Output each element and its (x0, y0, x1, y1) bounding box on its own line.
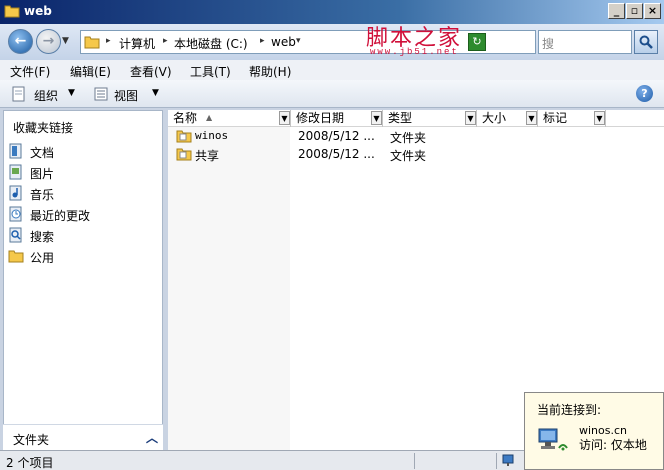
back-button[interactable]: ← (8, 29, 33, 54)
table-row[interactable]: winos 2008/5/12 ... 文件夹 (168, 127, 664, 145)
address-dropdown[interactable]: ▾ (296, 36, 301, 46)
organize-label: 组织 (34, 89, 59, 103)
sidebar-item-public[interactable]: 公用 (8, 246, 158, 266)
file-type: 文件夹 (390, 131, 427, 145)
recent-pages-dropdown[interactable]: ▼ (62, 36, 69, 46)
column-name-label: 名称 (173, 111, 198, 125)
views-button[interactable]: 视图 ▼ (94, 84, 166, 104)
recent-changes-icon (9, 206, 22, 222)
sidebar-item-documents[interactable]: 文档 (8, 141, 158, 161)
chevron-down-icon: ▼ (152, 88, 159, 98)
network-access: 访问: 仅本地 (579, 438, 647, 452)
menu-view[interactable]: 查看(V) (130, 63, 172, 80)
chevron-down-icon[interactable]: ▼ (371, 111, 382, 125)
chevron-up-icon: ︿ (146, 431, 159, 445)
file-modified: 2008/5/12 ... (298, 147, 375, 161)
menu-edit[interactable]: 编辑(E) (70, 63, 111, 80)
network-status-popup[interactable]: 当前连接到: winos.cn 访问: 仅本地 (524, 392, 664, 470)
chevron-down-icon[interactable]: ▼ (279, 111, 290, 125)
file-name: 共享 (195, 149, 220, 163)
sidebar-item-pictures[interactable]: 图片 (8, 162, 158, 182)
maximize-button[interactable]: ▫ (626, 3, 643, 19)
music-icon (9, 185, 22, 201)
folder-icon (4, 5, 20, 18)
menu-tools[interactable]: 工具(T) (190, 63, 231, 80)
popup-title: 当前连接到: (537, 403, 602, 417)
sidebar-item-label: 最近的更改 (30, 209, 91, 223)
column-size-label: 大小 (482, 111, 507, 125)
favorites-title: 收藏夹链接 (13, 121, 74, 135)
folders-label: 文件夹 (13, 433, 50, 447)
breadcrumb-computer[interactable]: 计算机 (119, 35, 155, 52)
item-count: 2 个项目 (6, 456, 54, 470)
breadcrumb-separator[interactable]: ▸ (163, 36, 168, 46)
folder-icon (176, 130, 192, 143)
help-icon[interactable]: ? (636, 85, 653, 102)
views-label: 视图 (114, 89, 139, 103)
column-type-label: 类型 (388, 111, 413, 125)
search-input[interactable]: 搜 (538, 30, 632, 54)
network-icon (502, 454, 514, 466)
menu-file[interactable]: 文件(F) (10, 63, 50, 80)
menu-help[interactable]: 帮助(H) (249, 63, 291, 80)
title-bar: web _ ▫ × (0, 0, 664, 24)
breadcrumb-separator[interactable]: ▸ (106, 36, 111, 46)
status-divider (496, 453, 497, 469)
sidebar-item-label: 音乐 (30, 188, 55, 202)
window-title: web (24, 4, 52, 18)
search-icon (9, 227, 22, 243)
documents-icon (9, 143, 22, 159)
search-button[interactable] (634, 30, 658, 54)
chevron-down-icon: ▼ (68, 88, 75, 98)
chevron-down-icon[interactable]: ▼ (465, 111, 476, 125)
magnifier-icon (639, 35, 653, 49)
views-icon (94, 87, 108, 101)
column-header: 名称 ▲ ▼ 修改日期 ▼ 类型 ▼ 大小 ▼ 标记 ▼ (168, 110, 664, 127)
breadcrumb-web[interactable]: web (271, 35, 296, 49)
address-box[interactable]: ▸ 计算机 ▸ 本地磁盘 (C:) ▸ web ▾ ↻ (80, 30, 536, 54)
sorted-column-highlight (168, 126, 290, 450)
sidebar-item-search[interactable]: 搜索 (8, 225, 158, 245)
address-bar-area: ← → ▼ ▸ 计算机 ▸ 本地磁盘 (C:) ▸ web ▾ ↻ 搜 (0, 24, 664, 60)
chevron-down-icon[interactable]: ▼ (526, 111, 537, 125)
sort-ascending-icon: ▲ (206, 113, 213, 122)
folder-icon (84, 36, 100, 49)
file-modified: 2008/5/12 ... (298, 129, 375, 143)
chevron-down-icon[interactable]: ▼ (594, 111, 605, 125)
breadcrumb-separator[interactable]: ▸ (260, 36, 265, 46)
sidebar-item-label: 搜索 (30, 230, 55, 244)
close-button[interactable]: × (644, 3, 661, 19)
organize-icon (12, 86, 25, 102)
column-type[interactable]: 类型 (383, 110, 477, 127)
sidebar-item-label: 公用 (30, 251, 55, 265)
breadcrumb-drive[interactable]: 本地磁盘 (C:) (174, 35, 248, 52)
column-tags-label: 标记 (543, 111, 568, 125)
watermark-url: www.jb51.net (370, 47, 459, 57)
refresh-button[interactable]: ↻ (468, 33, 486, 51)
column-name[interactable]: 名称 ▲ (168, 110, 291, 127)
navigation-pane: 收藏夹链接 文档 图片 音乐 最近的更改 搜索 公用 (3, 110, 163, 450)
pictures-icon (9, 164, 22, 180)
public-folder-icon (8, 250, 24, 263)
file-name: winos (195, 129, 229, 142)
sidebar-item-recent-changes[interactable]: 最近的更改 (8, 204, 158, 224)
menu-bar: 文件(F) 编辑(E) 查看(V) 工具(T) 帮助(H) (0, 60, 664, 80)
sidebar-item-label: 图片 (30, 167, 55, 181)
column-modified-label: 修改日期 (296, 111, 345, 125)
search-placeholder: 搜 (542, 37, 555, 51)
column-modified[interactable]: 修改日期 (291, 110, 383, 127)
network-connection-icon (538, 428, 568, 451)
folder-icon (176, 148, 192, 161)
status-divider (414, 453, 415, 469)
file-type: 文件夹 (390, 149, 427, 163)
minimize-button[interactable]: _ (608, 3, 625, 19)
forward-button[interactable]: → (36, 29, 61, 54)
table-row[interactable]: 共享 2008/5/12 ... 文件夹 (168, 145, 664, 163)
sidebar-item-music[interactable]: 音乐 (8, 183, 158, 203)
organize-button[interactable]: 组织 ▼ (10, 84, 78, 104)
command-bar: 组织 ▼ 视图 ▼ ? (0, 80, 664, 108)
folders-toggle[interactable]: 文件夹 ︿ (3, 424, 163, 450)
sidebar-item-label: 文档 (30, 146, 55, 160)
